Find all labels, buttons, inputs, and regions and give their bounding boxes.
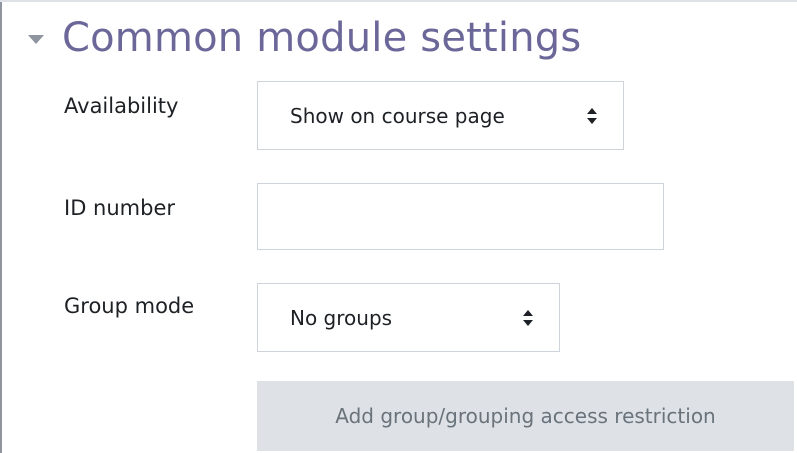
- group-mode-select[interactable]: No groups: [257, 283, 560, 352]
- id-number-label: ID number: [64, 196, 175, 220]
- top-border: [0, 0, 797, 2]
- left-border: [0, 0, 2, 453]
- section-toggle[interactable]: Common module settings: [28, 6, 581, 70]
- up-down-arrow-icon: [523, 310, 533, 326]
- caret-down-icon: [28, 34, 44, 44]
- group-mode-label: Group mode: [64, 294, 195, 318]
- availability-selected-value: Show on course page: [290, 103, 505, 128]
- add-group-restriction-button[interactable]: Add group/grouping access restriction: [257, 381, 794, 451]
- module-settings-page: Common module settings Availability Show…: [0, 0, 797, 453]
- availability-label: Availability: [64, 94, 179, 118]
- availability-select[interactable]: Show on course page: [257, 81, 624, 150]
- up-down-arrow-icon: [587, 108, 597, 124]
- id-number-input[interactable]: [257, 183, 664, 250]
- section-title: Common module settings: [62, 15, 582, 61]
- group-mode-selected-value: No groups: [290, 305, 393, 330]
